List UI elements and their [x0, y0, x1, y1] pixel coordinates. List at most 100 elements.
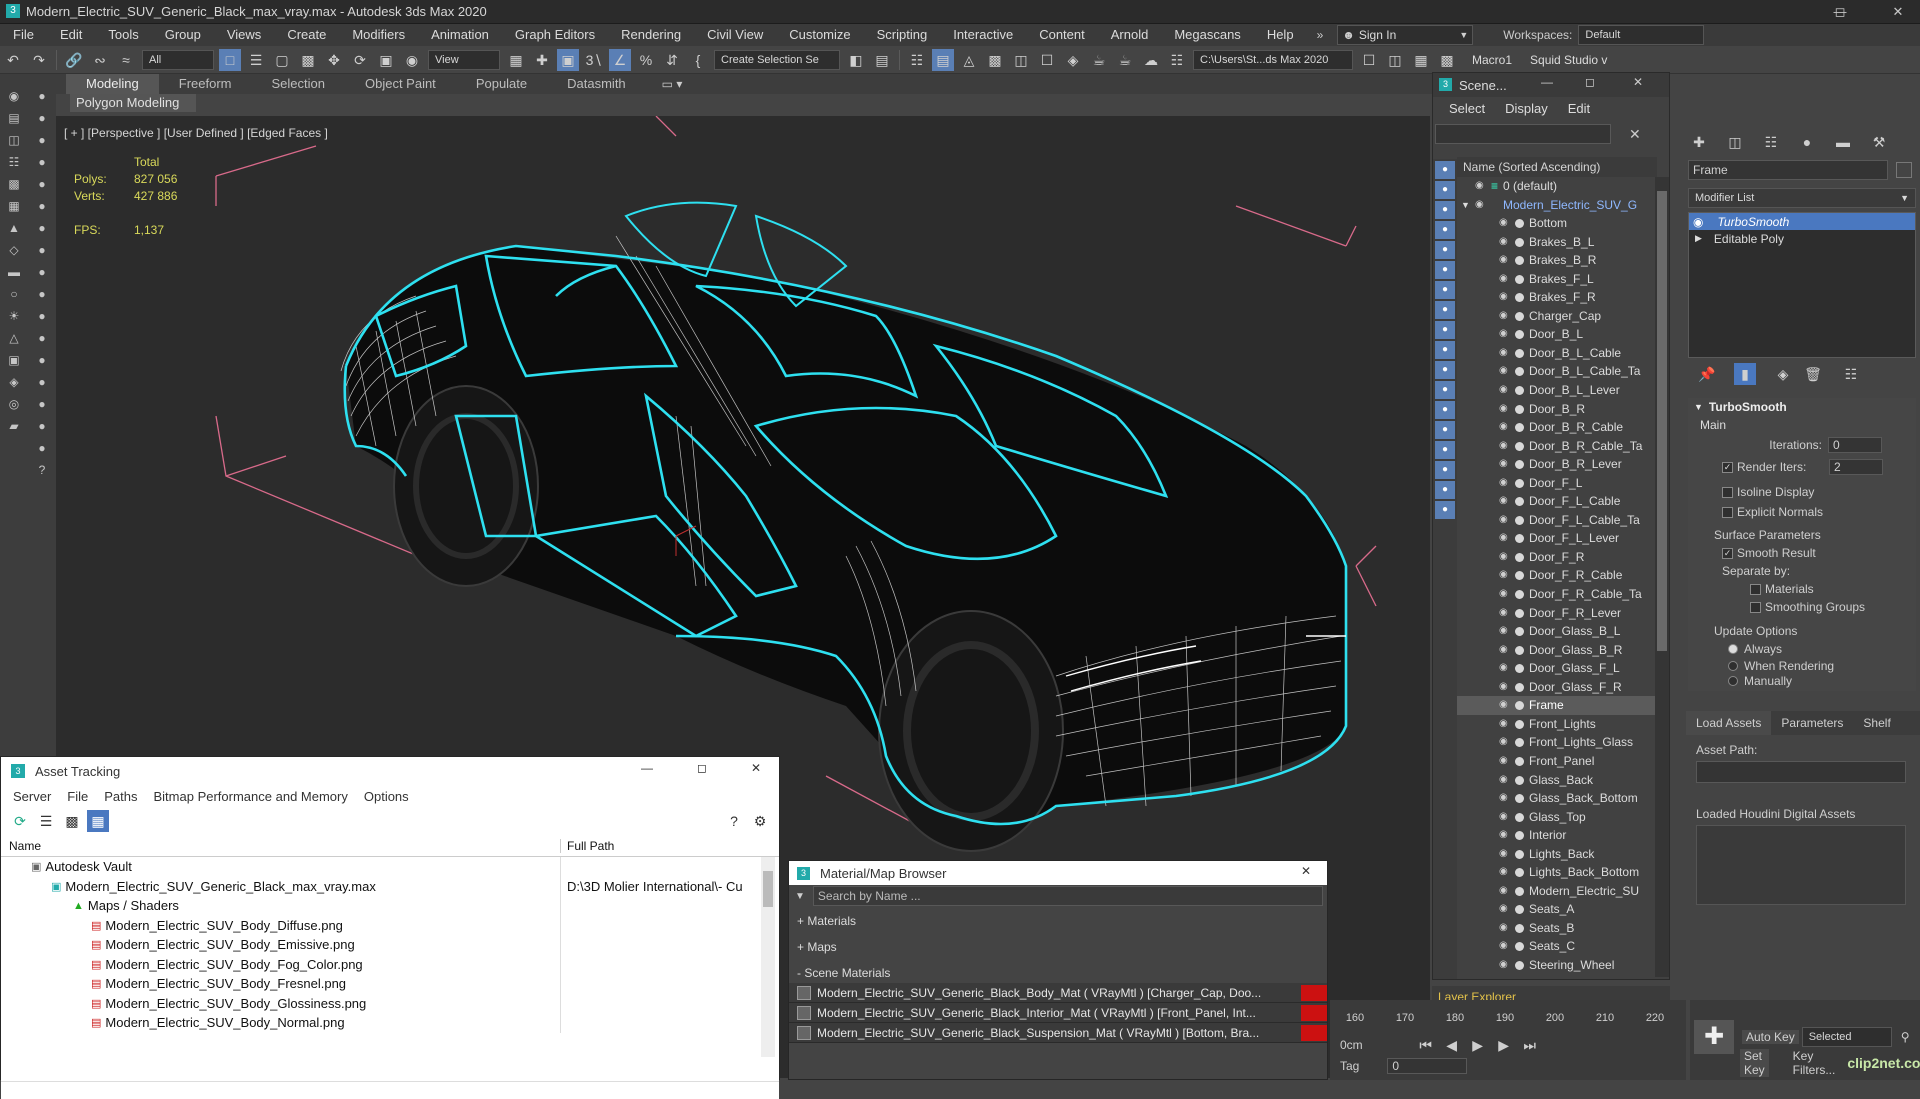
project-settings-icon[interactable]: ▩ — [1436, 49, 1458, 71]
eye-icon[interactable]: ◉ — [1499, 492, 1508, 511]
align-icon[interactable]: ▤ — [871, 49, 893, 71]
snaps-toggle-icon[interactable]: 3∖ — [583, 49, 605, 71]
scrollbar-thumb[interactable] — [763, 871, 773, 907]
display-shapes-icon[interactable]: ● — [1435, 181, 1455, 199]
scene-object-row[interactable]: ◉ Front_Lights — [1457, 715, 1657, 734]
relax-icon[interactable]: ● — [31, 438, 53, 458]
scene-menu-edit[interactable]: Edit — [1558, 98, 1600, 120]
current-frame-input[interactable]: 0 — [1387, 1058, 1468, 1074]
material-search-input[interactable]: Search by Name ... — [812, 886, 1323, 906]
display-spacewarps-icon[interactable]: ● — [1435, 261, 1455, 279]
key-filters-button[interactable]: Key Filters... — [1789, 1049, 1840, 1077]
object-row-root[interactable]: ▼ ◉ Modern_Electric_SUV_G — [1457, 196, 1657, 215]
mirror-icon[interactable]: ◧ — [845, 49, 867, 71]
select-manipulate-icon[interactable]: ✚ — [531, 49, 553, 71]
eye-icon[interactable]: ◉ — [1499, 752, 1508, 771]
scale-icon[interactable]: ▣ — [375, 49, 397, 71]
object-color-swatch[interactable] — [1896, 162, 1912, 178]
eye-icon[interactable]: ◉ — [1499, 789, 1508, 808]
scene-object-row[interactable]: ◉ Door_F_R_Lever — [1457, 604, 1657, 623]
close-button[interactable]: ✕ — [1633, 75, 1643, 89]
clear-search-icon[interactable]: ✕ — [1629, 126, 1641, 143]
eye-icon[interactable]: ◉ — [1499, 956, 1508, 975]
play-icon[interactable]: ▶ — [1467, 1034, 1489, 1056]
bevel-icon[interactable]: ● — [31, 306, 53, 326]
eye-icon[interactable]: ◉ — [1499, 214, 1508, 233]
set-key-large-icon[interactable]: ✚ — [1694, 1020, 1734, 1054]
sign-in-button[interactable]: ☻ Sign In ▼ — [1337, 25, 1474, 45]
asset-row[interactable]: ▤ Modern_Electric_SUV_Body_Fresnel.png — [1, 974, 779, 994]
eye-icon[interactable]: ◉ — [1499, 529, 1508, 548]
scene-object-row[interactable]: ◉ Brakes_B_R — [1457, 251, 1657, 270]
scene-scrollbar[interactable] — [1655, 177, 1669, 977]
scene-object-row[interactable]: ◉ Glass_Back_Bottom — [1457, 789, 1657, 808]
sync-selection-icon[interactable]: ● — [1435, 461, 1455, 479]
go-to-end-icon[interactable]: ⏭ — [1519, 1034, 1541, 1056]
conform-icon[interactable]: ▩ — [3, 174, 25, 194]
asset-row[interactable]: ▤ Modern_Electric_SUV_Body_Emissive.png — [1, 935, 779, 955]
scene-object-row[interactable]: ◉ Interior — [1457, 826, 1657, 845]
render-a360-icon[interactable]: ☷ — [1166, 49, 1188, 71]
tab-parameters[interactable]: Parameters — [1771, 711, 1853, 735]
asset-row[interactable]: ▤ Modern_Electric_SUV_Body_Glossiness.png — [1, 993, 779, 1013]
asset-row[interactable]: ▤ Modern_Electric_SUV_Body_Fog_Color.png — [1, 954, 779, 974]
menu-content[interactable]: Content — [1026, 24, 1098, 46]
display-all-icon[interactable]: ● — [1435, 401, 1455, 419]
eye-icon[interactable]: ◉ — [1499, 511, 1508, 530]
reference-coordinate-dropdown[interactable]: View — [428, 49, 500, 70]
column-header-full-path[interactable]: Full Path — [561, 839, 614, 853]
sphere-icon[interactable]: ◎ — [3, 394, 25, 414]
eye-icon[interactable]: ◉ — [1475, 177, 1484, 196]
scene-object-row[interactable]: ◉ Brakes_F_R — [1457, 288, 1657, 307]
iterations-spinner[interactable]: 0 — [1828, 437, 1882, 453]
scene-object-row[interactable]: ◉ Door_F_L — [1457, 474, 1657, 493]
render-production-icon[interactable]: ☕ — [1088, 49, 1110, 71]
eye-icon[interactable]: ◉ — [1499, 437, 1508, 456]
invert-display-icon[interactable]: ● — [1435, 441, 1455, 459]
slice-icon[interactable]: ● — [31, 372, 53, 392]
eye-icon[interactable]: ◉ — [1499, 659, 1508, 678]
eye-icon[interactable]: ◉ — [1499, 696, 1508, 715]
previous-frame-icon[interactable]: ◀ — [1441, 1034, 1463, 1056]
layer-row-default[interactable]: ◉ ≡ 0 (default) — [1457, 177, 1657, 196]
display-none-icon[interactable]: ● — [1435, 421, 1455, 439]
collapse-icon[interactable]: ▼ — [1694, 402, 1703, 412]
eye-icon[interactable]: ◉ — [1499, 641, 1508, 660]
menu-tools[interactable]: Tools — [95, 24, 151, 46]
separate-smoothing-groups-checkbox[interactable]: Smoothing Groups — [1688, 598, 1916, 616]
section-maps[interactable]: + Maps — [789, 937, 1327, 957]
ribbon-tab-modeling[interactable]: Modeling — [66, 74, 159, 94]
eye-icon[interactable]: ◉ — [1499, 604, 1508, 623]
eye-icon[interactable]: ◉ — [1499, 233, 1508, 252]
schematic-view-icon[interactable]: ▩ — [984, 49, 1006, 71]
display-groups-icon[interactable]: ● — [1435, 281, 1455, 299]
display-geometry-icon[interactable]: ● — [1435, 161, 1455, 179]
scene-object-row[interactable]: ◉ Seats_B — [1457, 919, 1657, 938]
render-iters-spinner[interactable]: 2 — [1829, 459, 1883, 475]
layer-icon[interactable]: ● — [1435, 501, 1455, 519]
stack-item-turbosmooth[interactable]: ◉ TurboSmooth — [1689, 213, 1915, 230]
draw-icon[interactable]: ▦ — [3, 196, 25, 216]
thumbnail-view-icon[interactable]: ▩ — [61, 810, 83, 832]
eye-icon[interactable]: ◉ — [1499, 622, 1508, 641]
ribbon-tab-datasmith[interactable]: Datasmith — [547, 74, 646, 94]
scene-object-row[interactable]: ◉ Door_B_L_Cable_Ta — [1457, 362, 1657, 381]
scene-object-row[interactable]: ◉ Door_Glass_B_L — [1457, 622, 1657, 641]
scene-object-row[interactable]: ◉ Lights_Back — [1457, 845, 1657, 864]
show-end-result-icon[interactable]: ▮ — [1734, 363, 1756, 385]
display-containers-icon[interactable]: ● — [1435, 341, 1455, 359]
deform-icon[interactable]: ◫ — [3, 130, 25, 150]
eye-icon[interactable]: ◉ — [1499, 307, 1508, 326]
options-chevron-icon[interactable]: ▼ — [795, 891, 805, 902]
expand-icon[interactable]: ▶ — [1695, 233, 1702, 244]
open-folder-icon[interactable]: ◫ — [1384, 49, 1406, 71]
display-hidden-icon[interactable]: ● — [1435, 381, 1455, 399]
timeline[interactable]: 160 170 180 190 200 210 220 0cm ⏮ ◀ ▶ ▶ ⏭ Tag … — [1330, 1000, 1686, 1080]
render-iters-checkbox[interactable]: ✓ — [1722, 461, 1733, 473]
close-button[interactable]: ✕ — [1878, 2, 1918, 22]
place-icon[interactable]: ◉ — [401, 49, 423, 71]
tab-load-assets[interactable]: Load Assets — [1686, 711, 1772, 735]
system-icon[interactable]: ◈ — [3, 372, 25, 392]
update-always-radio[interactable]: Always — [1688, 640, 1916, 657]
bind-spacewarp-icon[interactable]: ≈ — [115, 49, 137, 71]
